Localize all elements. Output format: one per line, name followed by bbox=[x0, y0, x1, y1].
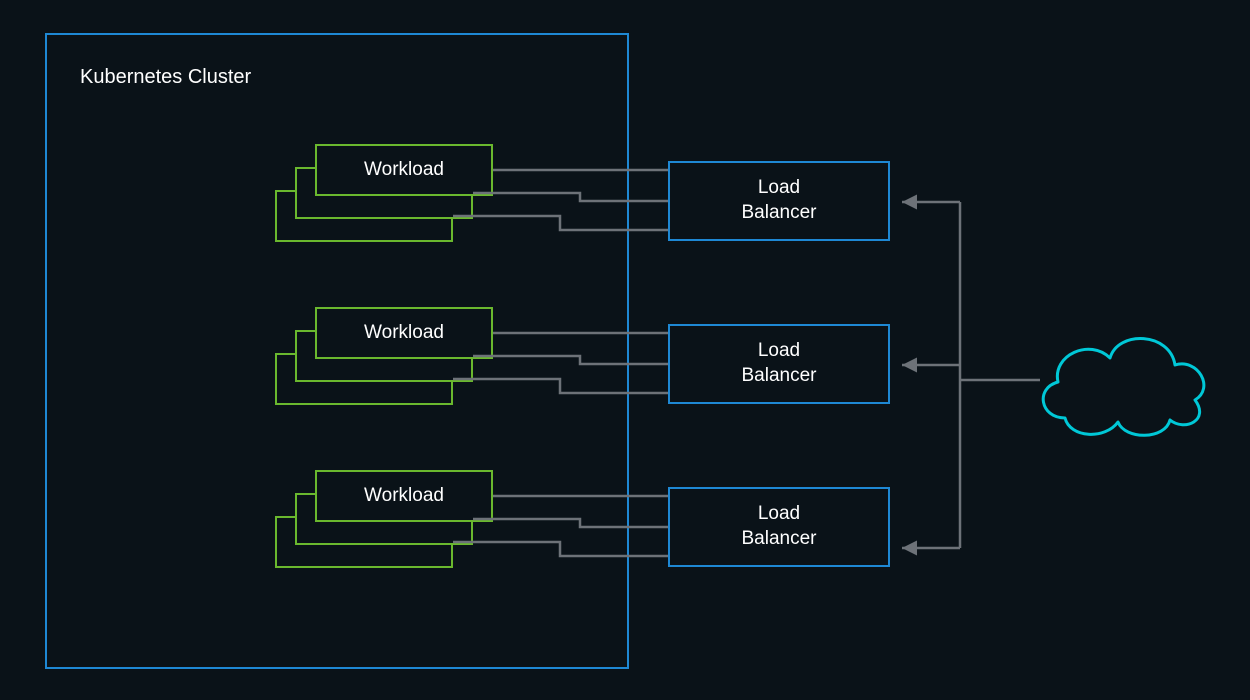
workload-label: Workload bbox=[317, 159, 491, 181]
workload-card-front: Workload bbox=[315, 307, 493, 359]
load-balancer-3: Load Balancer bbox=[668, 487, 890, 567]
workload-stack-2: Workload bbox=[275, 307, 493, 405]
workload-label: Workload bbox=[317, 485, 491, 507]
cloud-icon bbox=[1043, 339, 1204, 436]
load-balancer-2: Load Balancer bbox=[668, 324, 890, 404]
workload-card-front: Workload bbox=[315, 470, 493, 522]
workload-stack-1: Workload bbox=[275, 144, 493, 242]
load-balancer-1: Load Balancer bbox=[668, 161, 890, 241]
workload-card-front: Workload bbox=[315, 144, 493, 196]
workload-label: Workload bbox=[317, 322, 491, 344]
cluster-title: Kubernetes Cluster bbox=[80, 66, 251, 89]
workload-stack-3: Workload bbox=[275, 470, 493, 568]
